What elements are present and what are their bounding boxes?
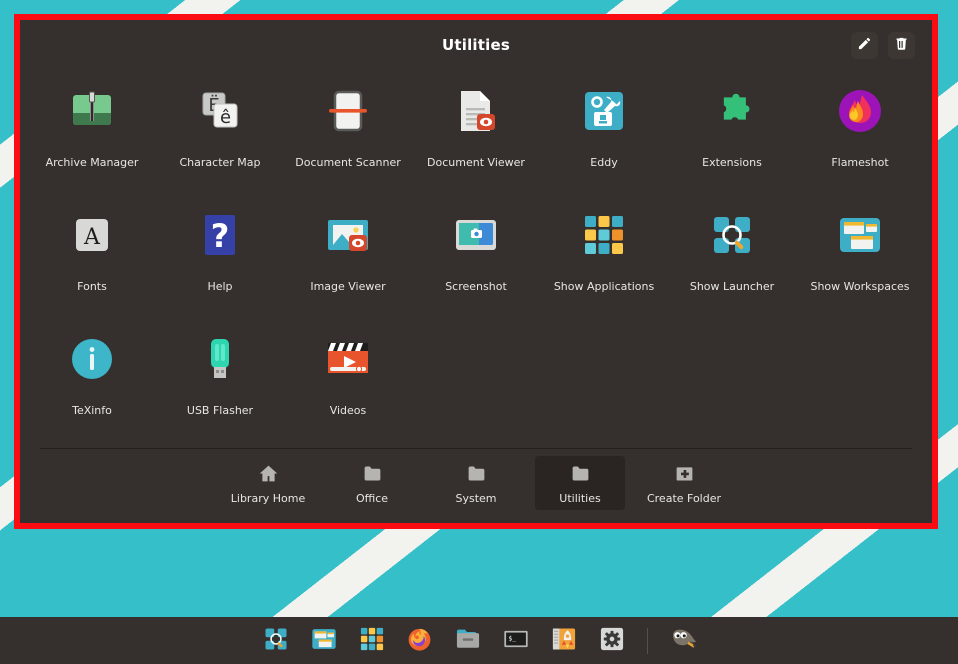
app-grid: Archive Manager Ë ê Character Map	[20, 66, 932, 448]
app-item-fonts[interactable]: A Fonts	[28, 196, 156, 320]
svg-text:$_: $_	[508, 634, 516, 642]
app-item-videos[interactable]: Videos	[284, 320, 412, 444]
app-item-help[interactable]: ? Help	[156, 196, 284, 320]
show-workspaces-icon	[833, 208, 887, 262]
taskbar-show-workspaces-button[interactable]	[309, 626, 339, 656]
show-applications-grid-icon	[577, 208, 631, 262]
app-label: Show Workspaces	[810, 280, 909, 293]
taskbar-firefox-button[interactable]	[405, 626, 435, 656]
folder-nav-item-office[interactable]: Office	[327, 456, 417, 510]
app-item-show-launcher[interactable]: Show Launcher	[668, 196, 796, 320]
svg-text:?: ?	[211, 217, 230, 255]
folder-icon	[362, 462, 383, 486]
folder-icon	[570, 462, 591, 486]
flameshot-icon	[833, 84, 887, 138]
trash-icon	[894, 36, 909, 55]
taskbar-show-launcher-button[interactable]	[261, 626, 291, 656]
panel-header: Utilities	[20, 20, 932, 66]
app-label: Archive Manager	[46, 156, 139, 169]
file-manager-icon	[454, 625, 482, 657]
taskbar-files-button[interactable]	[453, 626, 483, 656]
show-applications-grid-icon	[358, 625, 386, 657]
app-label: Character Map	[179, 156, 260, 169]
app-item-eddy[interactable]: Eddy	[540, 72, 668, 196]
folder-nav-label: Library Home	[231, 492, 305, 505]
app-item-show-workspaces[interactable]: Show Workspaces	[796, 196, 924, 320]
app-item-flameshot[interactable]: Flameshot	[796, 72, 924, 196]
home-icon	[258, 462, 279, 486]
folder-nav-item-utilities[interactable]: Utilities	[535, 456, 625, 510]
folder-nav-label: System	[455, 492, 496, 505]
app-label: Eddy	[590, 156, 617, 169]
fonts-icon: A	[65, 208, 119, 262]
app-item-extensions[interactable]: Extensions	[668, 72, 796, 196]
extensions-puzzle-icon	[705, 84, 759, 138]
folder-plus-icon	[674, 462, 695, 486]
app-label: Flameshot	[831, 156, 888, 169]
app-label: Document Viewer	[427, 156, 525, 169]
screenshot-camera-icon	[449, 208, 503, 262]
edit-button[interactable]	[851, 32, 878, 59]
eddy-icon	[577, 84, 631, 138]
app-item-texinfo[interactable]: TeXinfo	[28, 320, 156, 444]
folder-nav-item-system[interactable]: System	[431, 456, 521, 510]
app-grid-panel: Utilities	[20, 20, 932, 523]
taskbar: $_	[0, 617, 958, 664]
show-workspaces-icon	[310, 625, 338, 657]
svg-text:ê: ê	[220, 107, 231, 128]
page-title: Utilities	[20, 36, 932, 54]
folder-icon	[466, 462, 487, 486]
show-launcher-icon	[262, 625, 290, 657]
app-label: USB Flasher	[187, 404, 253, 417]
app-label: Help	[207, 280, 232, 293]
app-label: Extensions	[702, 156, 762, 169]
app-item-document-viewer[interactable]: Document Viewer	[412, 72, 540, 196]
folder-nav: Library Home Office System	[20, 449, 932, 523]
gimp-icon	[668, 626, 698, 656]
taskbar-app-launcher-button[interactable]	[549, 626, 579, 656]
taskbar-gimp-button[interactable]	[668, 626, 698, 656]
folder-nav-item-create-folder[interactable]: Create Folder	[639, 456, 729, 510]
app-item-archive-manager[interactable]: Archive Manager	[28, 72, 156, 196]
texinfo-info-icon	[65, 332, 119, 386]
pencil-icon	[857, 36, 872, 55]
app-item-screenshot[interactable]: Screenshot	[412, 196, 540, 320]
archive-manager-icon	[65, 84, 119, 138]
app-label: Image Viewer	[310, 280, 385, 293]
app-label: Show Launcher	[690, 280, 774, 293]
taskbar-separator	[647, 628, 648, 654]
app-label: TeXinfo	[72, 404, 112, 417]
app-item-document-scanner[interactable]: Document Scanner	[284, 72, 412, 196]
firefox-icon	[405, 624, 434, 657]
character-map-icon: Ë ê	[193, 84, 247, 138]
help-question-icon: ?	[193, 208, 247, 262]
document-scanner-icon	[321, 84, 375, 138]
taskbar-show-applications-button[interactable]	[357, 626, 387, 656]
show-launcher-icon	[705, 208, 759, 262]
videos-clapperboard-icon	[321, 332, 375, 386]
rocket-launcher-icon	[550, 625, 578, 657]
taskbar-terminal-button[interactable]: $_	[501, 626, 531, 656]
folder-nav-label: Utilities	[559, 492, 600, 505]
image-viewer-icon	[321, 208, 375, 262]
app-item-usb-flasher[interactable]: USB Flasher	[156, 320, 284, 444]
svg-text:A: A	[83, 225, 101, 250]
terminal-icon: $_	[502, 625, 530, 657]
folder-nav-label: Create Folder	[647, 492, 721, 505]
gear-settings-icon	[598, 625, 626, 657]
app-label: Show Applications	[554, 280, 654, 293]
folder-nav-item-library-home[interactable]: Library Home	[223, 456, 313, 510]
app-label: Document Scanner	[295, 156, 401, 169]
app-label: Fonts	[77, 280, 107, 293]
app-label: Screenshot	[445, 280, 507, 293]
usb-flasher-icon	[193, 332, 247, 386]
folder-nav-label: Office	[356, 492, 388, 505]
taskbar-settings-button[interactable]	[597, 626, 627, 656]
app-item-show-applications[interactable]: Show Applications	[540, 196, 668, 320]
app-item-character-map[interactable]: Ë ê Character Map	[156, 72, 284, 196]
delete-button[interactable]	[888, 32, 915, 59]
app-item-image-viewer[interactable]: Image Viewer	[284, 196, 412, 320]
app-label: Videos	[330, 404, 367, 417]
document-viewer-icon	[449, 84, 503, 138]
